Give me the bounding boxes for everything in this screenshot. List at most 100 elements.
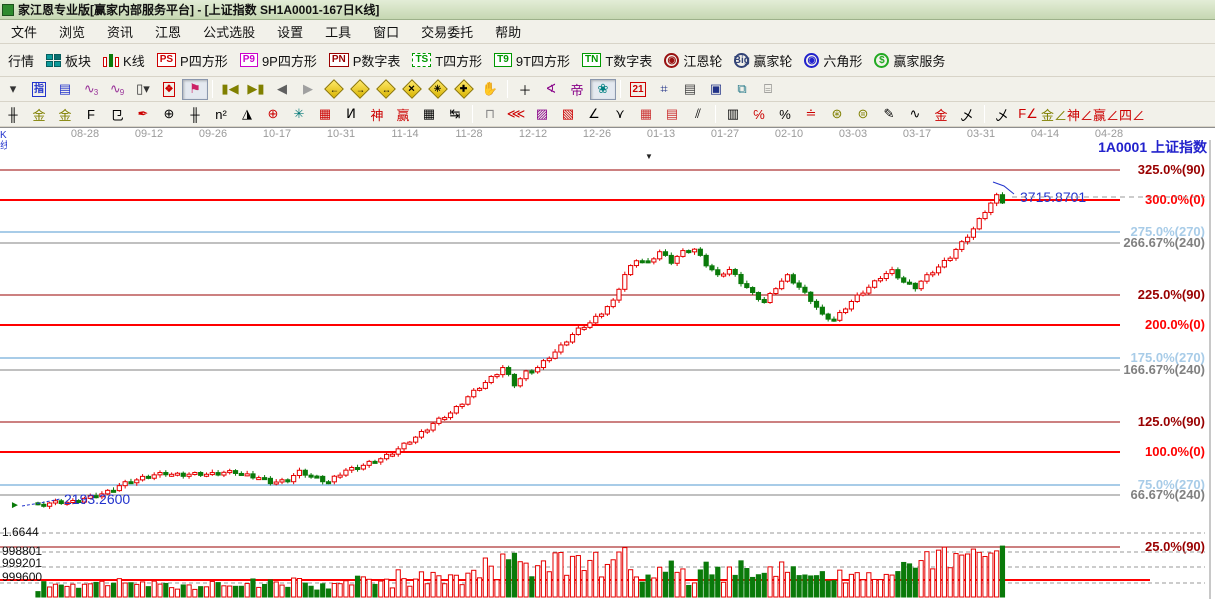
toolbar-button-hexagon[interactable]: ◉六角形 [798, 48, 868, 73]
menu-item-5[interactable]: 设置 [266, 19, 314, 44]
draw-box-tool[interactable]: ⊓ [477, 104, 503, 125]
draw-angle-plain[interactable]: 乄 [989, 104, 1015, 125]
toolbar-button-t-square[interactable]: TST四方形 [406, 48, 488, 73]
kline-chart-area[interactable]: K线 325.0%(90)300.0%(0)275.0%(270)266.67%… [0, 140, 1215, 599]
draw-pen-ruler[interactable]: ✎ [876, 104, 902, 125]
draw-percent-slope[interactable]: ℅ [746, 104, 772, 125]
draw-mirror-angle[interactable]: ◮ [234, 104, 260, 125]
tool-save-disk[interactable]: ▣ [703, 79, 729, 100]
tool-shift-left[interactable]: ← [321, 79, 347, 100]
draw-ying-tool[interactable]: 赢 [390, 104, 416, 125]
tool-network[interactable]: ⧉ [729, 79, 755, 100]
tool-wave-9[interactable]: ∿9 [104, 79, 130, 100]
draw-gold-time-ruler-2[interactable]: 金 [52, 104, 78, 125]
draw-grid-123[interactable]: ▦ [416, 104, 442, 125]
menu-item-7[interactable]: 窗口 [362, 19, 410, 44]
draw-red-pen[interactable]: ✒ [130, 104, 156, 125]
tool-red-seal-tool[interactable]: ❖ [156, 79, 182, 100]
title-bar[interactable]: 家江恩专业版[赢家内部服务平台] - [上证指数 SH1A0001-167日K线… [0, 0, 1215, 20]
draw-square-grid-2[interactable]: ▤ [659, 104, 685, 125]
draw-angle-lines[interactable]: ∠ [581, 104, 607, 125]
tool-wave-3[interactable]: ∿3 [78, 79, 104, 100]
gann-trading-app: { "window": { "title": "家江恩专业版[赢家内部服务平台]… [0, 0, 1215, 599]
tool-hand-drag[interactable]: ✋ [477, 79, 503, 100]
tool-full-view[interactable]: ✚ [451, 79, 477, 100]
tool-calendar[interactable]: 21 [625, 79, 651, 100]
menu-item-9[interactable]: 帮助 [484, 19, 532, 44]
draw-shen-tool[interactable]: 神 [364, 104, 390, 125]
draw-spiral-tool[interactable]: 㔾 [104, 104, 130, 125]
draw-gann-fan[interactable]: ⋘ [503, 104, 529, 125]
toolbar-button-p-number-table[interactable]: PNP数字表 [323, 48, 407, 73]
draw-gold-line[interactable]: 金 [928, 104, 954, 125]
tool-candle-style-dropdown[interactable]: ▯▾ [130, 79, 156, 100]
draw-wave-tool[interactable]: ∿ [902, 104, 928, 125]
toolbar-button-kline[interactable]: K线 [97, 48, 151, 73]
draw-span-arrows[interactable]: ↹ [442, 104, 468, 125]
draw-parallel-lines[interactable]: ⫽ [685, 104, 711, 125]
draw-gold-time-ruler-1[interactable]: 金 [26, 104, 52, 125]
draw-angle-gold[interactable]: 金∠ [1041, 104, 1067, 125]
tool-smart-brain[interactable]: ❀ [590, 79, 616, 100]
draw-spider-web[interactable]: ✳ [286, 104, 312, 125]
tool-workstation[interactable]: ⌸ [755, 79, 781, 100]
draw-fibonacci-ruler[interactable]: F [78, 104, 104, 125]
tool-calculator[interactable]: ⌗ [651, 79, 677, 100]
tool-prev-kline[interactable]: ◀ [269, 79, 295, 100]
menu-item-2[interactable]: 资讯 [96, 19, 144, 44]
toolbar-button-p9-square[interactable]: P99P四方形 [234, 48, 323, 73]
level-label: 266.67%(240) [1123, 235, 1205, 250]
draw-cycle-circle[interactable]: ⊕ [156, 104, 182, 125]
kline-chart-canvas[interactable]: 325.0%(90)300.0%(0)275.0%(270)266.67%(24… [0, 140, 1215, 599]
toolbar-button-quotes[interactable]: 行情 [2, 48, 40, 73]
draw-time-grid[interactable]: ╫ [182, 104, 208, 125]
toolbar-button-t9-square[interactable]: T99T四方形 [488, 48, 576, 73]
tool-angle-ruler[interactable]: ∢ [538, 79, 564, 100]
draw-gold-circle-1[interactable]: ⊛ [824, 104, 850, 125]
tool-last-kline[interactable]: ▶▮ [243, 79, 269, 100]
menu-item-0[interactable]: 文件 [0, 19, 48, 44]
tool-next-kline[interactable]: ▶ [295, 79, 321, 100]
draw-red-compass[interactable]: ⊕ [260, 104, 286, 125]
tool-info-list[interactable]: ▤ [52, 79, 78, 100]
draw-angle-f[interactable]: F∠ [1015, 104, 1041, 125]
draw-scale-list[interactable]: ▥ [720, 104, 746, 125]
draw-j-angle[interactable]: 乄 [954, 104, 980, 125]
toolbar-button-winner-service[interactable]: $赢家服务 [868, 48, 951, 73]
tool-zoom-horizontal[interactable]: ↔ [373, 79, 399, 100]
menu-item-8[interactable]: 交易委托 [410, 19, 484, 44]
draw-n-square[interactable]: n² [208, 104, 234, 125]
draw-v-lines[interactable]: ⋎ [607, 104, 633, 125]
tool-emperor-tool[interactable]: 帝 [564, 79, 590, 100]
draw-angle-si[interactable]: 四∠ [1119, 104, 1145, 125]
draw-gann-time-ruler[interactable]: ╫ [0, 104, 26, 125]
toolbar-button-sectors[interactable]: 板块 [40, 48, 97, 73]
menu-item-6[interactable]: 工具 [314, 19, 362, 44]
toolbar-button-gann-wheel[interactable]: ◉江恩轮 [658, 48, 728, 73]
draw-gold-circle-2[interactable]: ⊜ [850, 104, 876, 125]
toolbar-button-t-number-table[interactable]: TNT数字表 [576, 48, 658, 73]
draw-angle-ying[interactable]: 赢∠ [1093, 104, 1119, 125]
tool-expand-bars[interactable]: ✳ [425, 79, 451, 100]
tool-period-dropdown[interactable]: ▾ [0, 79, 26, 100]
menu-item-4[interactable]: 公式选股 [192, 19, 266, 44]
tool-notes[interactable]: ▤ [677, 79, 703, 100]
draw-red-grid[interactable]: ▦ [312, 104, 338, 125]
draw-percent-line[interactable]: ≐ [798, 104, 824, 125]
draw-percent[interactable]: % [772, 104, 798, 125]
menu-item-1[interactable]: 浏览 [48, 19, 96, 44]
draw-fan-grid-red[interactable]: ▧ [555, 104, 581, 125]
tool-shift-right[interactable]: → [347, 79, 373, 100]
draw-square-grid-1[interactable]: ▦ [633, 104, 659, 125]
toolbar-button-winner-wheel[interactable]: Big赢家轮 [728, 48, 798, 73]
tool-crosshair[interactable]: ＋ [512, 79, 538, 100]
menu-item-3[interactable]: 江恩 [144, 19, 192, 44]
draw-n-marks[interactable]: Ͷ [338, 104, 364, 125]
tool-indicator-select[interactable]: 指 [26, 79, 52, 100]
tool-first-kline[interactable]: ▮◀ [217, 79, 243, 100]
tool-color-flag-chart[interactable]: ⚑ [182, 79, 208, 100]
tool-compress-bars[interactable]: ✕ [399, 79, 425, 100]
draw-angle-shen[interactable]: 神∠ [1067, 104, 1093, 125]
draw-fan-grid-purple[interactable]: ▨ [529, 104, 555, 125]
toolbar-button-p-square[interactable]: PSP四方形 [151, 48, 234, 73]
